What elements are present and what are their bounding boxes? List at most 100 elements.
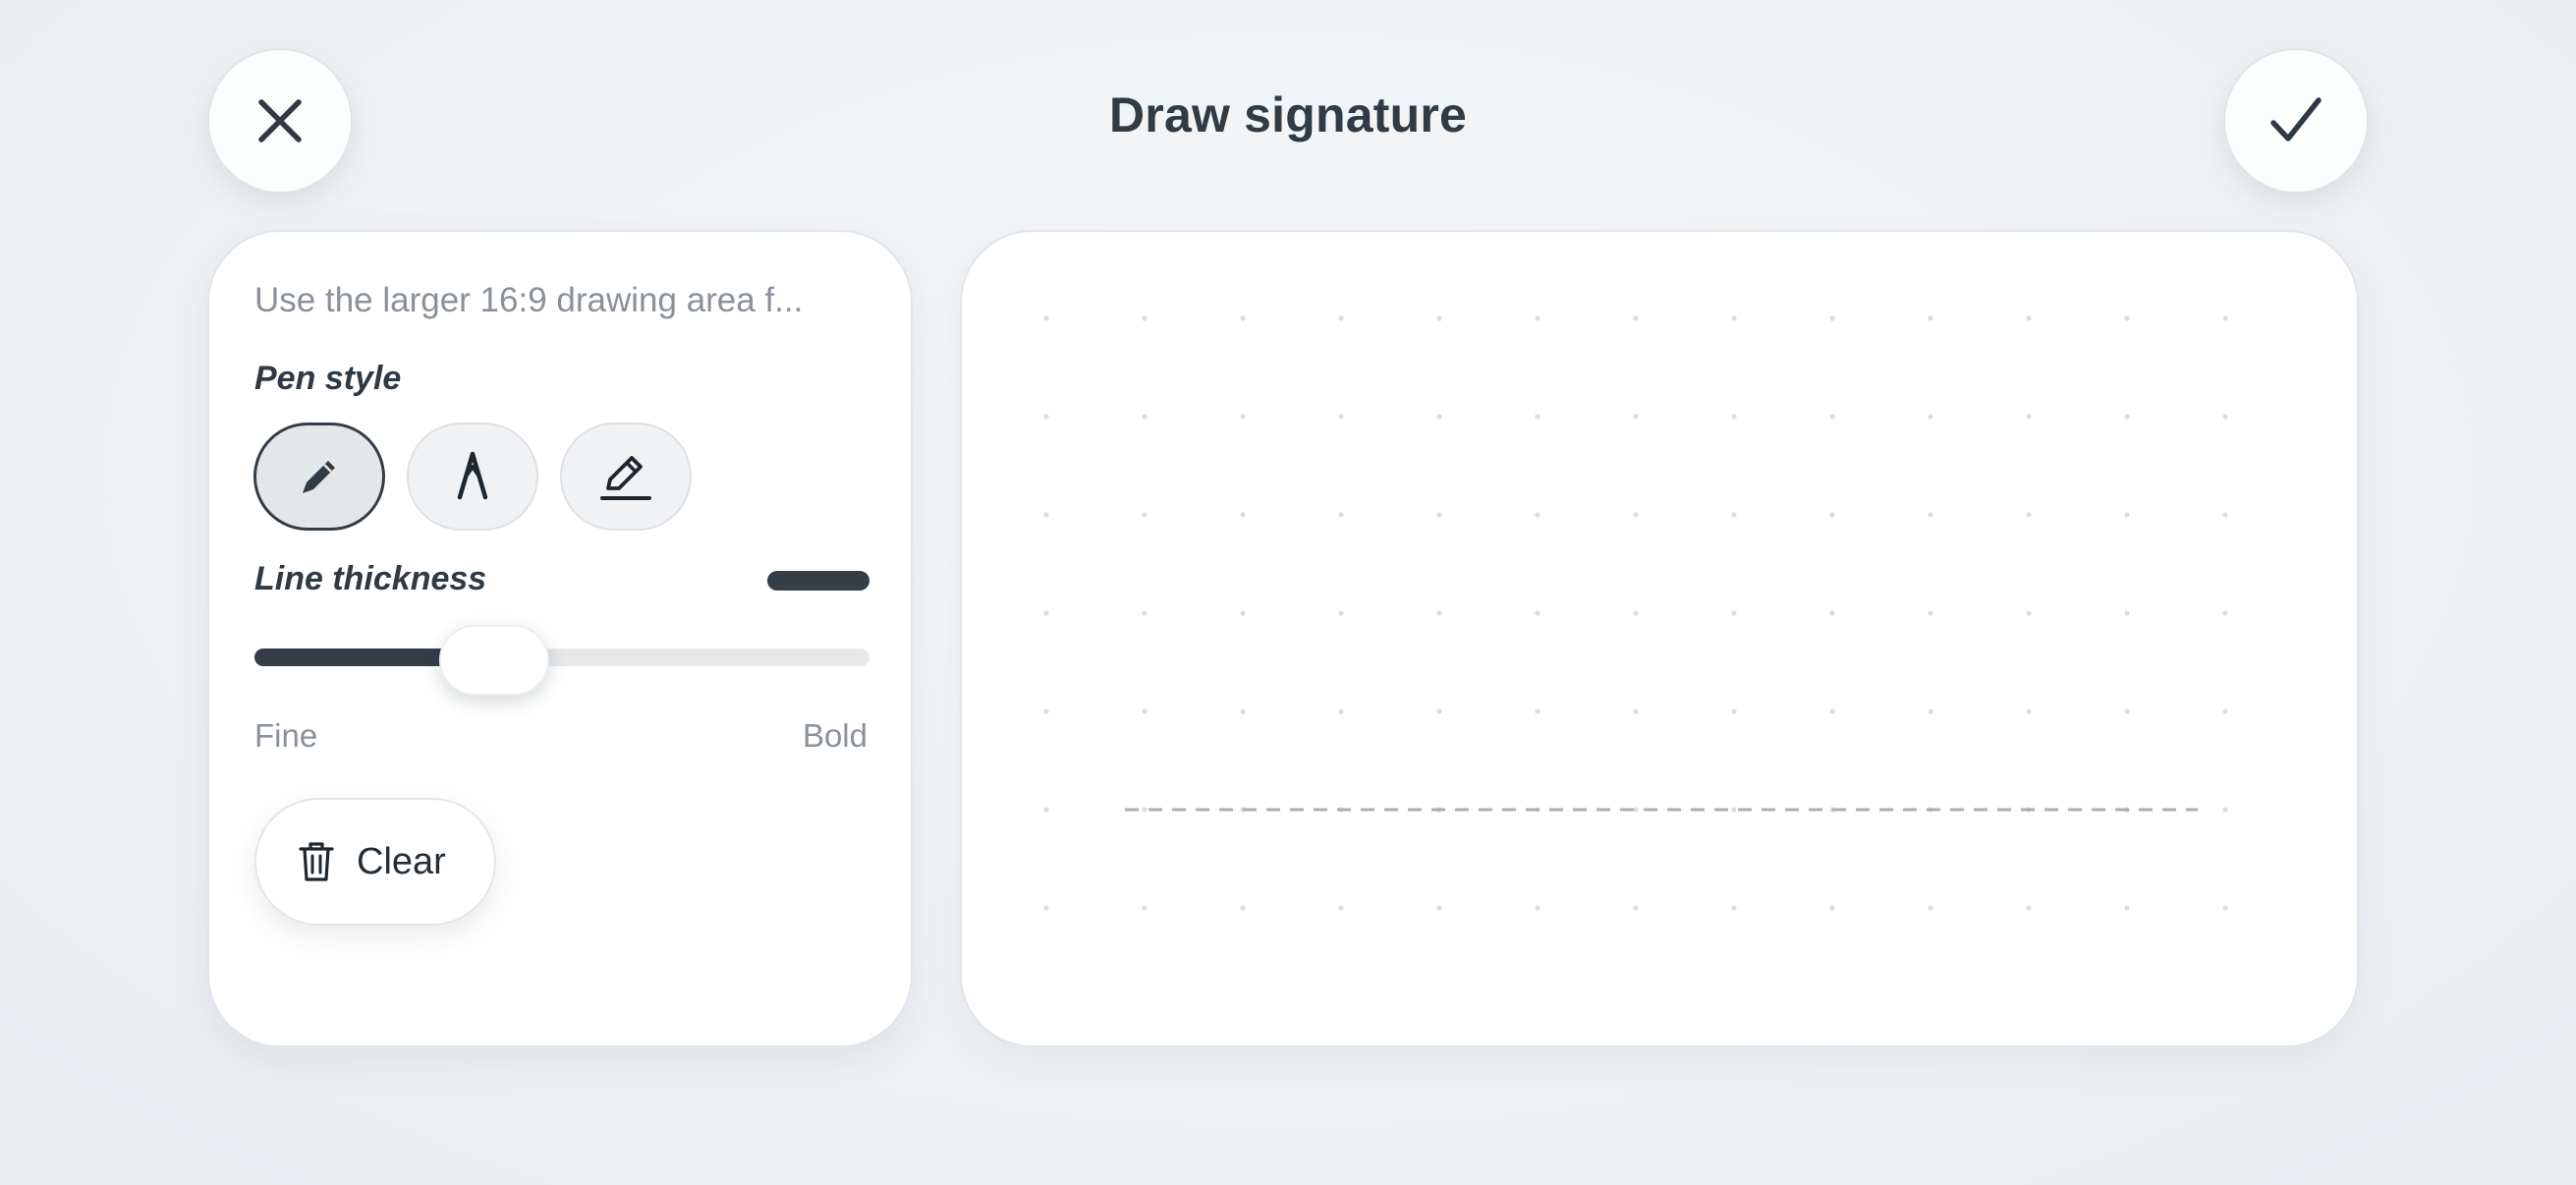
- grid-dot: [1731, 708, 1737, 714]
- grid-dot: [1535, 905, 1540, 911]
- line-thickness-slider[interactable]: [254, 649, 869, 666]
- grid-dot: [1043, 905, 1049, 911]
- signature-settings-panel: Use the larger 16:9 drawing area f... Pe…: [207, 230, 913, 1047]
- grid-dot: [2026, 610, 2032, 616]
- grid-dot: [1829, 414, 1835, 420]
- grid-dot: [1043, 512, 1049, 518]
- grid-dot: [1633, 512, 1639, 518]
- grid-dot: [1142, 512, 1148, 518]
- grid-dot: [1633, 708, 1639, 714]
- pen-style-pencil-button[interactable]: [253, 423, 385, 531]
- grid-dot: [2124, 512, 2130, 518]
- grid-dot: [2124, 610, 2130, 616]
- grid-dot: [1535, 512, 1540, 518]
- grid-dot: [1240, 315, 1246, 321]
- grid-dot: [1338, 610, 1344, 616]
- grid-dot: [2222, 905, 2228, 911]
- grid-dot: [1338, 708, 1344, 714]
- grid-dot: [1436, 610, 1442, 616]
- pen-style-nib-button[interactable]: [407, 423, 538, 531]
- grid-dot: [2222, 315, 2228, 321]
- grid-dot: [1829, 315, 1835, 321]
- grid-dot: [1829, 905, 1835, 911]
- grid-dot: [2222, 610, 2228, 616]
- grid-dot: [1928, 414, 1933, 420]
- grid-dot: [1142, 807, 1148, 813]
- grid-dot: [1142, 610, 1148, 616]
- checkmark-icon: [2270, 97, 2322, 141]
- grid-dot: [2026, 414, 2032, 420]
- grid-dot: [1535, 414, 1540, 420]
- grid-dot: [2026, 708, 2032, 714]
- grid-dot: [1043, 708, 1049, 714]
- grid-dot: [1731, 512, 1737, 518]
- grid-dot: [1829, 610, 1835, 616]
- grid-dot: [1043, 807, 1049, 813]
- grid-dot: [1731, 315, 1737, 321]
- confirm-button[interactable]: [2223, 48, 2369, 194]
- grid-dot: [1928, 708, 1933, 714]
- signature-drawing-canvas[interactable]: [960, 230, 2359, 1047]
- pen-style-marker-button[interactable]: [560, 423, 692, 531]
- grid-dot: [1142, 708, 1148, 714]
- grid-dot: [1731, 610, 1737, 616]
- grid-dot: [1436, 708, 1442, 714]
- grid-dot: [1142, 905, 1148, 911]
- pencil-icon: [303, 461, 335, 493]
- grid-dot: [1633, 807, 1639, 813]
- line-thickness-label: Line thickness: [254, 560, 487, 597]
- grid-dot: [1731, 905, 1737, 911]
- grid-dot: [1240, 610, 1246, 616]
- clear-button[interactable]: Clear: [254, 798, 496, 926]
- grid-dot: [1829, 512, 1835, 518]
- grid-dot: [1338, 905, 1344, 911]
- marker-pen-icon: [600, 456, 651, 500]
- grid-dot: [1829, 708, 1835, 714]
- grid-dot: [2222, 414, 2228, 420]
- grid-dot: [1043, 414, 1049, 420]
- grid-dot: [1043, 610, 1049, 616]
- grid-dot: [1731, 807, 1737, 813]
- grid-dot: [1240, 414, 1246, 420]
- grid-dot: [1436, 315, 1442, 321]
- grid-dot: [1633, 610, 1639, 616]
- grid-dot: [1436, 414, 1442, 420]
- grid-dot: [2026, 315, 2032, 321]
- grid-dot: [1731, 414, 1737, 420]
- slider-thumb[interactable]: [439, 625, 550, 696]
- grid-dot: [1436, 905, 1442, 911]
- grid-dot: [2124, 708, 2130, 714]
- grid-dot: [2222, 512, 2228, 518]
- grid-dot: [1535, 610, 1540, 616]
- grid-dot: [1928, 905, 1933, 911]
- trash-icon: [299, 842, 334, 881]
- grid-dot: [1436, 512, 1442, 518]
- grid-dot: [1338, 315, 1344, 321]
- grid-dot: [1240, 512, 1246, 518]
- grid-dot: [1928, 512, 1933, 518]
- grid-dot: [1142, 414, 1148, 420]
- grid-dot: [2124, 905, 2130, 911]
- grid-dot: [2222, 807, 2228, 813]
- grid-dot: [1928, 610, 1933, 616]
- scale-max-label: Bold: [802, 717, 868, 754]
- instruction-hint: Use the larger 16:9 drawing area f...: [254, 281, 804, 319]
- grid-dot: [1633, 905, 1639, 911]
- canvas-grid: [1043, 315, 2228, 911]
- grid-dot: [1240, 708, 1246, 714]
- grid-dot: [2026, 512, 2032, 518]
- grid-dot: [1043, 315, 1049, 321]
- grid-dot: [2124, 315, 2130, 321]
- grid-dot: [1338, 414, 1344, 420]
- grid-dot: [2124, 414, 2130, 420]
- grid-dot: [2026, 905, 2032, 911]
- scale-min-label: Fine: [254, 717, 318, 754]
- thickness-preview-stroke: [767, 571, 869, 591]
- grid-dot: [1633, 414, 1639, 420]
- grid-dot: [1535, 708, 1540, 714]
- grid-dot: [1240, 905, 1246, 911]
- grid-dot: [1928, 315, 1933, 321]
- grid-dot: [2222, 708, 2228, 714]
- grid-dot: [1338, 512, 1344, 518]
- grid-dot: [1633, 315, 1639, 321]
